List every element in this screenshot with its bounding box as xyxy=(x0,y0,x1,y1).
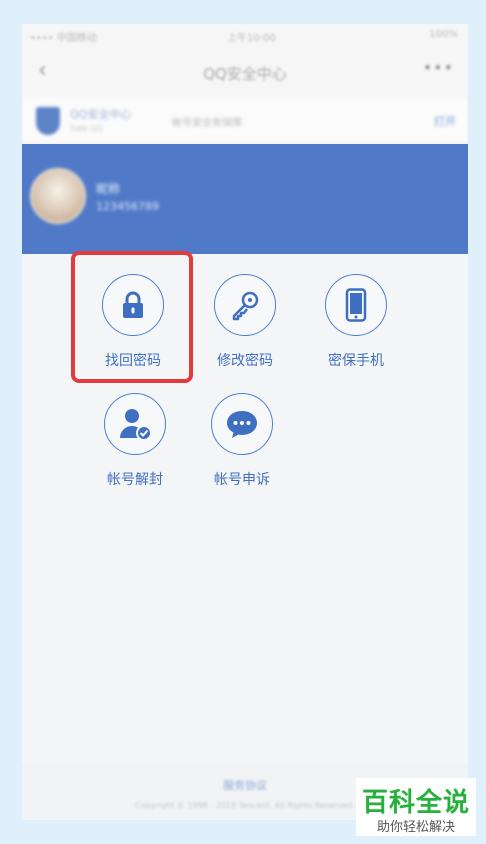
open-app-button[interactable]: 打开 xyxy=(434,113,456,129)
unblock-account-label: 帐号解封 xyxy=(107,472,163,488)
account-appeal-button[interactable]: 帐号申诉 xyxy=(192,393,292,489)
navigation-bar: ‹ QQ安全中心 ••• xyxy=(22,46,468,98)
profile-qq-number: 123456789 xyxy=(96,200,159,213)
avatar[interactable] xyxy=(30,168,86,224)
key-icon xyxy=(214,274,276,336)
banner-subtitle: Safe QQ xyxy=(70,124,103,133)
chat-bubble-icon xyxy=(211,393,273,455)
app-banner[interactable]: QQ安全中心 Safe QQ 帐号安全有保障 打开 xyxy=(22,98,468,144)
shield-icon xyxy=(36,107,60,135)
change-password-button[interactable]: 修改密码 xyxy=(195,274,295,370)
battery-level: 100% xyxy=(429,29,458,40)
phone-icon xyxy=(325,274,387,336)
account-appeal-label: 帐号申诉 xyxy=(214,472,270,488)
status-time: 上午10:00 xyxy=(227,33,276,44)
unblock-account-button[interactable]: 帐号解封 xyxy=(85,393,185,489)
banner-title: QQ安全中心 xyxy=(70,108,132,121)
watermark: 百科全说 助你轻松解决 xyxy=(356,778,476,836)
profile-name: 昵称 xyxy=(96,182,121,196)
watermark-slogan: 助你轻松解决 xyxy=(376,820,455,835)
banner-description: 帐号安全有保障 xyxy=(172,118,242,129)
status-bar: •••• 中国移动 上午10:00 100% xyxy=(22,24,468,46)
security-phone-button[interactable]: 密保手机 xyxy=(306,274,406,370)
change-password-label: 修改密码 xyxy=(217,353,273,369)
phone-screen: •••• 中国移动 上午10:00 100% ‹ QQ安全中心 ••• QQ安全… xyxy=(22,24,468,820)
more-icon[interactable]: ••• xyxy=(423,58,454,77)
carrier-signal: •••• 中国移动 xyxy=(30,33,97,44)
security-phone-label: 密保手机 xyxy=(328,353,384,369)
user-verified-icon xyxy=(104,393,166,455)
highlight-box xyxy=(71,251,193,383)
watermark-title: 百科全说 xyxy=(361,788,470,818)
page-title: QQ安全中心 xyxy=(203,65,287,83)
profile-header: 昵称 123456789 xyxy=(22,144,468,254)
